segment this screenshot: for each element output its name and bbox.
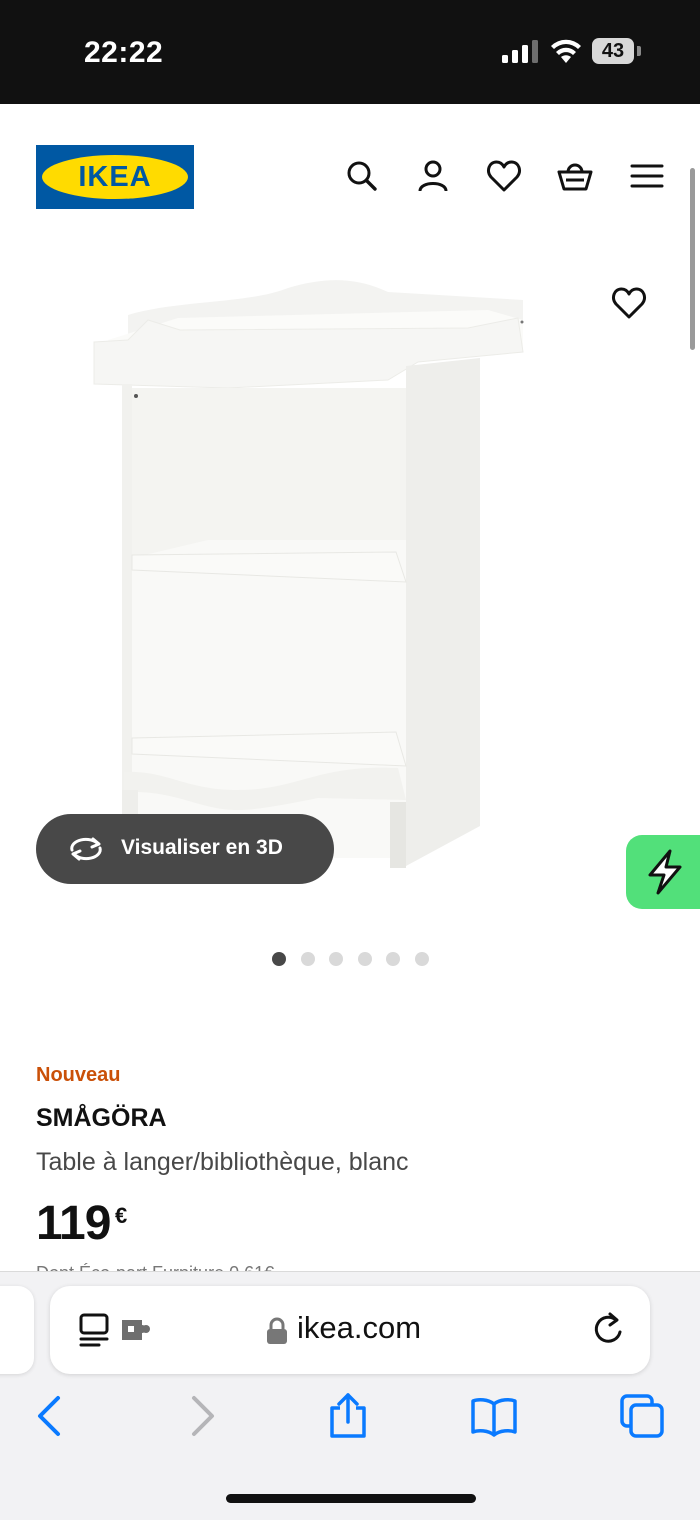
tabs-icon[interactable]	[618, 1392, 666, 1440]
wifi-icon	[551, 39, 581, 63]
bookmarks-icon[interactable]	[470, 1392, 518, 1440]
previous-tab-preview[interactable]	[0, 1286, 34, 1374]
lightning-icon	[648, 849, 682, 895]
status-bar: 22:22 43	[0, 0, 700, 104]
visualize-3d-button[interactable]: Visualiser en 3D	[36, 814, 334, 884]
product-name: SMÅGÖRA	[36, 1104, 167, 1132]
page-scrollbar[interactable]	[690, 168, 695, 350]
flash-extension-button[interactable]	[626, 835, 700, 909]
reload-icon[interactable]	[590, 1310, 626, 1348]
forward-icon[interactable]	[178, 1392, 226, 1440]
url-text: ikea.com	[297, 1310, 422, 1345]
carousel-dot[interactable]	[358, 952, 372, 966]
home-indicator[interactable]	[226, 1494, 476, 1503]
battery-tip	[637, 46, 641, 56]
add-to-favourites-icon[interactable]	[611, 286, 647, 320]
product-price: 119	[36, 1197, 111, 1250]
carousel-dot[interactable]	[329, 952, 343, 966]
cart-icon[interactable]	[557, 158, 593, 194]
rotate-3d-icon	[70, 837, 102, 861]
status-time: 22:22	[84, 36, 164, 69]
logo-text: IKEA	[78, 161, 152, 193]
carousel-dot[interactable]	[415, 952, 429, 966]
product-description: Table à langer/bibliothèque, blanc	[36, 1148, 409, 1176]
lock-icon	[267, 1317, 287, 1344]
share-icon[interactable]	[324, 1392, 372, 1440]
battery-indicator: 43	[592, 38, 634, 64]
search-icon[interactable]	[344, 158, 380, 194]
carousel-dot[interactable]	[301, 952, 315, 966]
ikea-logo[interactable]: IKEA	[36, 145, 194, 209]
address-bar[interactable]: ikea.com	[50, 1286, 650, 1374]
price-currency: €	[115, 1203, 128, 1228]
carousel-dot[interactable]	[272, 952, 286, 966]
carousel-dot[interactable]	[386, 952, 400, 966]
extension-icon[interactable]	[120, 1316, 154, 1344]
new-badge: Nouveau	[36, 1064, 121, 1086]
back-icon[interactable]	[26, 1392, 74, 1440]
profile-icon[interactable]	[415, 158, 451, 194]
visualize-3d-label: Visualiser en 3D	[121, 836, 283, 859]
reader-view-icon[interactable]	[78, 1312, 112, 1348]
heart-icon[interactable]	[486, 158, 522, 194]
menu-icon[interactable]	[629, 158, 665, 194]
cellular-signal-icon	[502, 40, 538, 63]
product-image[interactable]	[88, 270, 528, 880]
